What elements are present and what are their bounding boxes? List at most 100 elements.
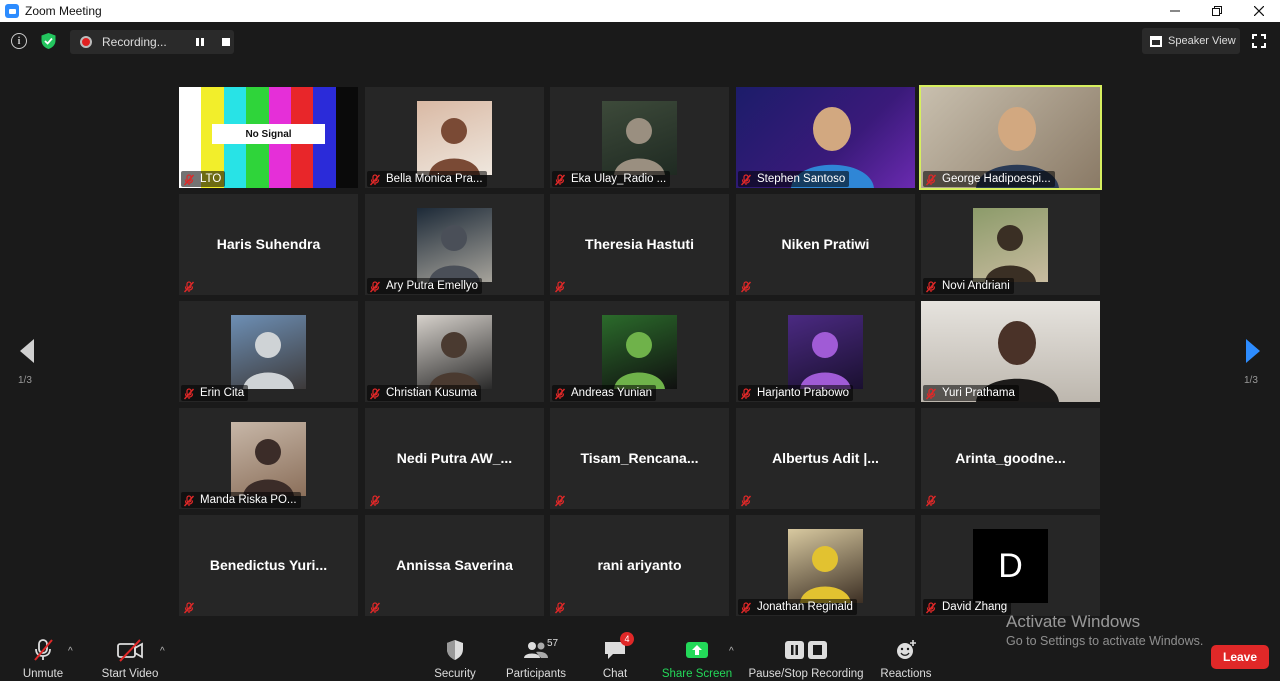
participant-tile[interactable]: Arinta_goodne... xyxy=(921,408,1100,509)
participant-display-name: Haris Suhendra xyxy=(216,236,321,252)
window-controls xyxy=(1154,0,1280,22)
restore-button[interactable] xyxy=(1196,0,1238,22)
pause-stop-recording-button[interactable]: Pause/Stop Recording xyxy=(748,628,864,681)
participant-name: Bella Monica Pra... xyxy=(386,173,483,185)
participant-name-label: LTO xyxy=(181,171,226,187)
participant-name-label: Bella Monica Pra... xyxy=(367,171,487,187)
participant-tile[interactable]: Annissa Saverina xyxy=(365,515,544,616)
profile-picture xyxy=(231,315,306,389)
participant-tile[interactable]: Novi Andriani xyxy=(921,194,1100,295)
mic-muted-icon xyxy=(925,280,937,293)
pause-recording-icon[interactable] xyxy=(196,38,204,46)
speaker-view-button[interactable]: Speaker View xyxy=(1142,28,1240,54)
participant-tile[interactable]: Christian Kusuma xyxy=(365,301,544,402)
security-label: Security xyxy=(434,668,476,680)
participant-name: David Zhang xyxy=(942,601,1008,613)
pause-stop-recording-label: Pause/Stop Recording xyxy=(748,668,864,680)
stop-recording-icon[interactable] xyxy=(222,38,230,46)
mic-muted-icon xyxy=(554,280,566,293)
mic-muted-icon xyxy=(183,173,195,186)
mic-muted-icon xyxy=(740,601,752,614)
participant-tile[interactable]: Theresia Hastuti xyxy=(550,194,729,295)
mic-muted-icon xyxy=(554,387,566,400)
participant-tile[interactable]: Stephen Santoso xyxy=(736,87,915,188)
mic-muted-icon xyxy=(369,173,381,186)
participant-name: LTO xyxy=(200,173,222,185)
security-button[interactable]: Security xyxy=(430,628,480,681)
page-indicator-right: 1/3 xyxy=(1244,375,1258,386)
participant-tile[interactable]: Bella Monica Pra... xyxy=(365,87,544,188)
participant-tile[interactable]: Benedictus Yuri... xyxy=(179,515,358,616)
reactions-smiley-icon xyxy=(891,636,921,664)
share-options-caret-icon[interactable]: ^ xyxy=(729,646,734,657)
participant-name-label: Yuri Prathama xyxy=(923,385,1019,401)
participant-name-label: Novi Andriani xyxy=(923,278,1014,294)
mic-muted-icon xyxy=(554,601,566,614)
participant-name-label: Jonathan Reginald xyxy=(738,599,857,615)
start-video-button[interactable]: Start Video xyxy=(100,628,160,681)
participants-count: 57 xyxy=(547,638,559,649)
unmute-button[interactable]: Unmute xyxy=(18,628,68,681)
zoom-app-icon xyxy=(5,4,19,18)
mic-muted-icon xyxy=(925,387,937,400)
chat-button[interactable]: 4 Chat xyxy=(595,628,635,681)
mic-muted-icon xyxy=(183,601,195,614)
participant-name: Yuri Prathama xyxy=(942,387,1015,399)
participant-tile[interactable]: Harjanto Prabowo xyxy=(736,301,915,402)
profile-picture xyxy=(973,208,1048,282)
window-title: Zoom Meeting xyxy=(25,4,102,18)
speaker-view-icon xyxy=(1150,35,1162,47)
participant-tile[interactable]: Haris Suhendra xyxy=(179,194,358,295)
minimize-icon xyxy=(1170,10,1180,12)
close-icon xyxy=(1254,6,1264,16)
participant-name: Ary Putra Emellyo xyxy=(386,280,479,292)
pause-stop-icon xyxy=(781,636,831,664)
video-options-caret-icon[interactable]: ^ xyxy=(160,646,165,657)
mic-muted-icon xyxy=(183,387,195,400)
mic-muted-icon xyxy=(740,494,752,507)
mic-muted-icon xyxy=(554,173,566,186)
minimize-button[interactable] xyxy=(1154,0,1196,22)
participant-tile[interactable]: rani ariyanto xyxy=(550,515,729,616)
participant-tile[interactable]: Jonathan Reginald xyxy=(736,515,915,616)
leave-button[interactable]: Leave xyxy=(1211,645,1269,669)
participant-tile[interactable]: Nedi Putra AW_... xyxy=(365,408,544,509)
mic-muted-icon xyxy=(183,280,195,293)
participant-tile[interactable]: Yuri Prathama xyxy=(921,301,1100,402)
participant-tile[interactable]: Niken Pratiwi xyxy=(736,194,915,295)
mic-muted-icon xyxy=(554,494,566,507)
reactions-label: Reactions xyxy=(880,668,932,680)
participant-tile[interactable]: Tisam_Rencana... xyxy=(550,408,729,509)
participant-tile[interactable]: Ary Putra Emellyo xyxy=(365,194,544,295)
encryption-shield-icon[interactable] xyxy=(40,32,57,50)
fullscreen-icon[interactable] xyxy=(1252,34,1266,48)
recording-label: Recording... xyxy=(102,35,167,49)
participant-tile[interactable]: George Hadipoespi... xyxy=(919,85,1102,190)
window-titlebar: Zoom Meeting xyxy=(0,0,1280,22)
profile-picture xyxy=(602,315,677,389)
participants-button[interactable]: 57 Participants xyxy=(505,628,567,681)
participant-tile[interactable]: No Signal LTO xyxy=(179,87,358,188)
start-video-label: Start Video xyxy=(101,668,159,680)
participant-tile[interactable]: Eka Ulay_Radio ... xyxy=(550,87,729,188)
mic-muted-icon xyxy=(740,173,752,186)
participant-display-name: Niken Pratiwi xyxy=(781,236,870,252)
share-screen-button[interactable]: Share Screen xyxy=(662,628,732,681)
participant-tile[interactable]: Manda Riska PO... xyxy=(179,408,358,509)
mic-muted-icon xyxy=(369,280,381,293)
participant-name-label: Erin Cita xyxy=(181,385,249,401)
participant-name-label: George Hadipoespi... xyxy=(923,171,1055,187)
participant-tile[interactable]: Erin Cita xyxy=(179,301,358,402)
next-page-arrow-icon[interactable] xyxy=(1244,338,1262,364)
reactions-button[interactable]: Reactions xyxy=(878,628,934,681)
participant-tile[interactable]: D David Zhang xyxy=(921,515,1100,616)
participant-name: Stephen Santoso xyxy=(757,173,846,185)
previous-page-arrow-icon[interactable] xyxy=(18,338,36,364)
close-button[interactable] xyxy=(1238,0,1280,22)
participant-display-name: Albertus Adit |... xyxy=(772,450,879,466)
audio-options-caret-icon[interactable]: ^ xyxy=(68,646,73,657)
participant-tile[interactable]: Albertus Adit |... xyxy=(736,408,915,509)
info-icon[interactable]: i xyxy=(11,33,27,49)
participant-display-name: Theresia Hastuti xyxy=(585,236,694,252)
participant-tile[interactable]: Andreas Yunian xyxy=(550,301,729,402)
